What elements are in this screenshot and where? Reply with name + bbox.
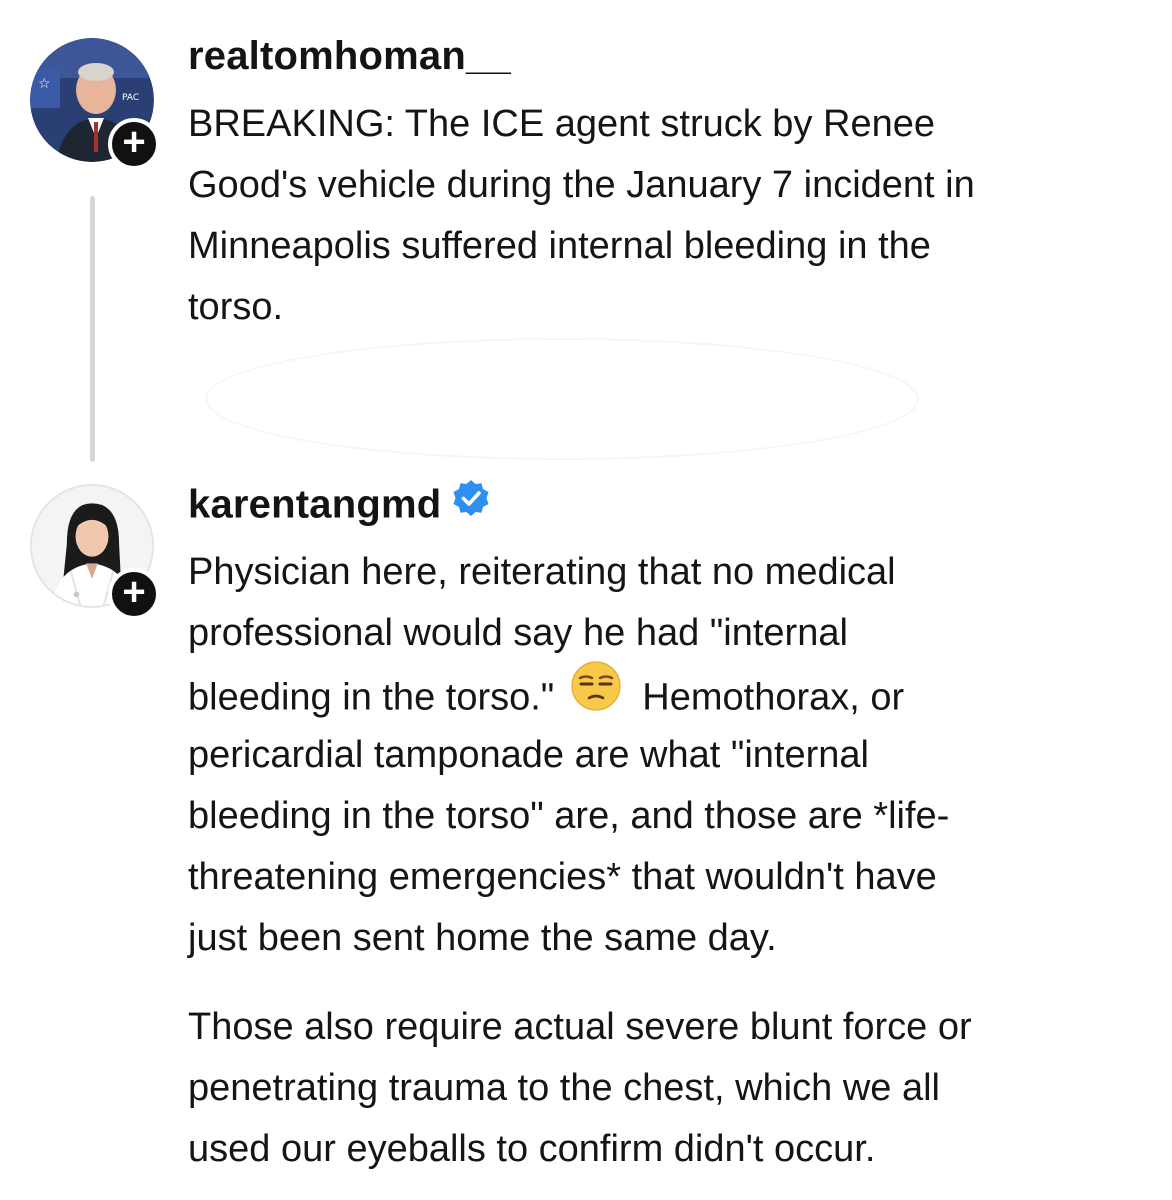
avatar-realtomhoman[interactable]: ☆ PAC +	[30, 38, 160, 170]
post-text-line: pericardial tamponade are what "internal	[188, 734, 869, 776]
post-text-line: professional would say he had "internal	[188, 612, 848, 654]
post-text-segment: Hemothorax, or	[642, 676, 905, 719]
post-username-row: karentangmd	[188, 480, 491, 532]
post-text-line: Physician here, reiterating that no medi…	[188, 551, 896, 593]
post-text-line: bleeding in the torso" are, and those ar…	[188, 795, 950, 837]
post-username[interactable]: realtomhoman__	[188, 34, 511, 79]
post-username[interactable]: karentangmd	[188, 483, 441, 527]
unamused-face-icon	[560, 660, 636, 731]
post-body-paragraph-1: Physician here, reiterating that no medi…	[188, 542, 1138, 969]
verified-badge-icon	[451, 478, 491, 528]
post-body-paragraph-2: Those also require actual severe blunt f…	[188, 997, 1138, 1180]
post-body: BREAKING: The ICE agent struck by Renee …	[188, 94, 1138, 338]
faded-link-preview	[205, 338, 919, 460]
post-text-line: just been sent home the same day.	[188, 917, 777, 959]
follow-button[interactable]: +	[108, 118, 160, 170]
post-text-segment: bleeding in the torso."	[188, 676, 555, 719]
post-text-line: BREAKING: The ICE agent struck by Renee	[188, 103, 935, 145]
post-text-line: torso.	[188, 286, 284, 328]
post-text-line: threatening emergencies* that wouldn't h…	[188, 856, 937, 898]
follow-button[interactable]: +	[108, 568, 160, 620]
svg-text:☆: ☆	[38, 76, 51, 92]
post-text-line: penetrating trauma to the chest, which w…	[188, 1067, 940, 1109]
svg-text:PAC: PAC	[122, 93, 139, 103]
post-text-line: Good's vehicle during the January 7 inci…	[188, 164, 975, 206]
post-text-line-with-emoji: bleeding in the torso." Hemothorax, or	[188, 661, 1138, 725]
post-text-line: used our eyeballs to confirm didn't occu…	[188, 1128, 876, 1170]
post-text-line: Minneapolis suffered internal bleeding i…	[188, 225, 931, 267]
avatar-karentangmd[interactable]: +	[30, 484, 160, 620]
thread-connector-line	[90, 196, 95, 462]
post-text-line: Those also require actual severe blunt f…	[188, 1006, 972, 1048]
